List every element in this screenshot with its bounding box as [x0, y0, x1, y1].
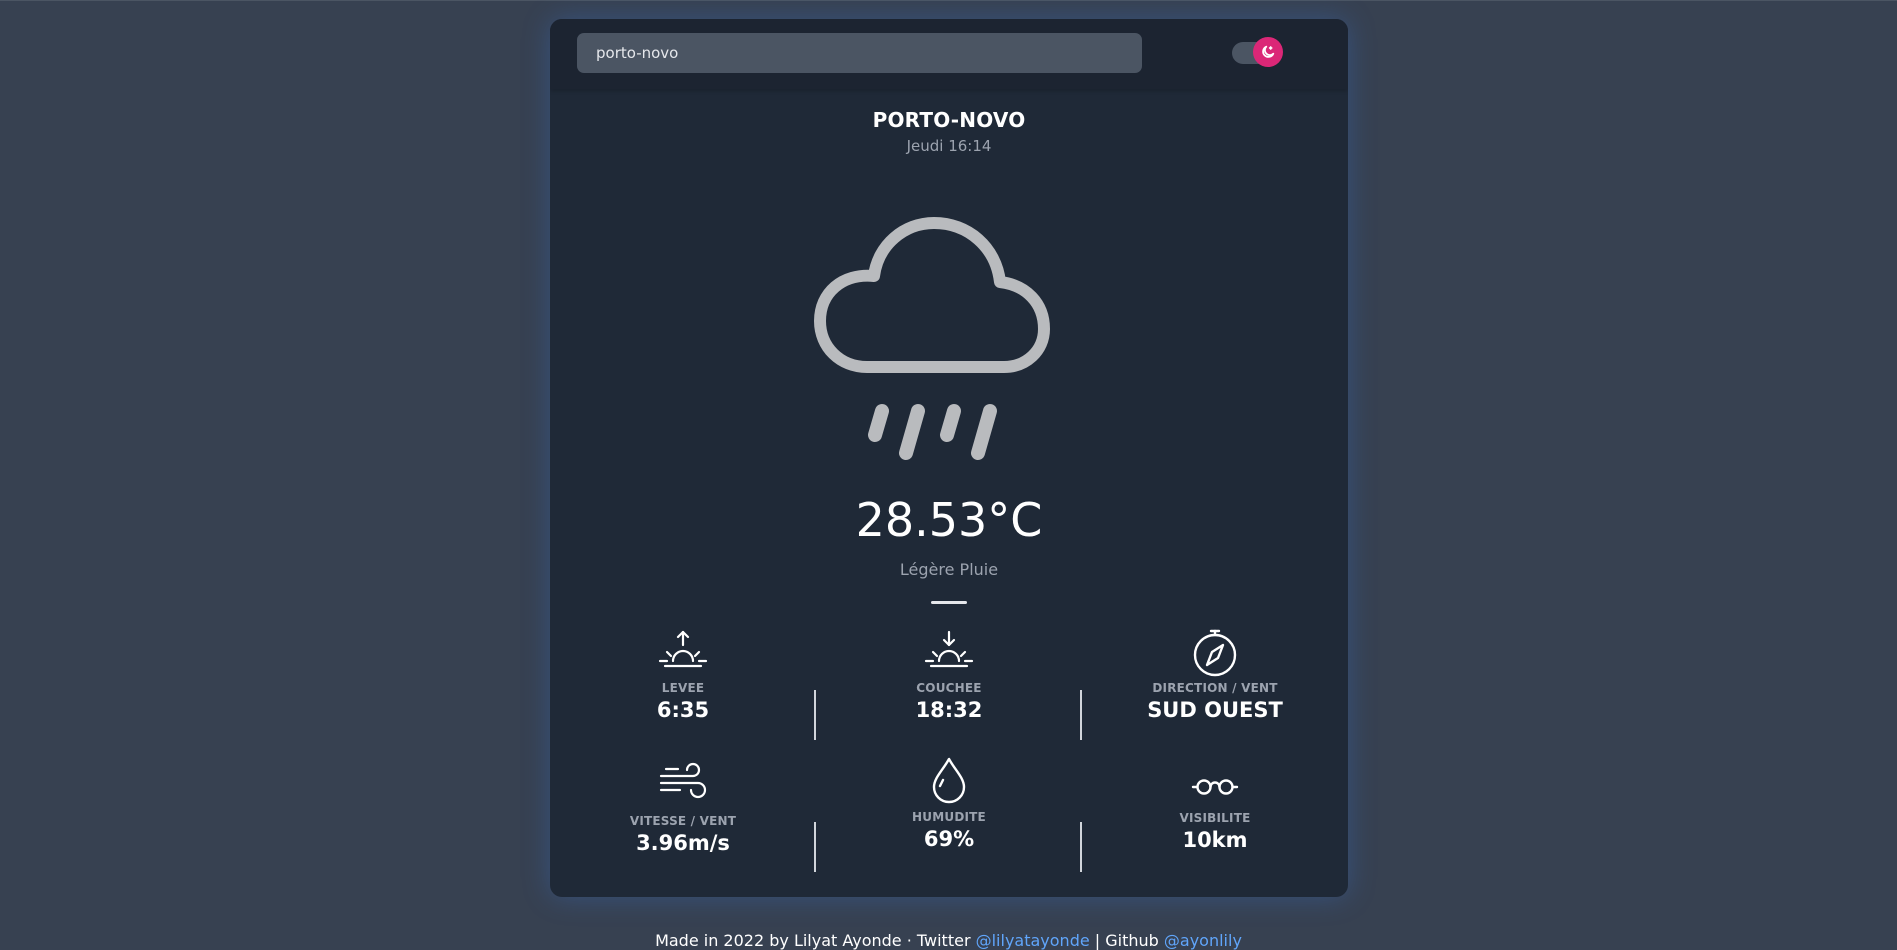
droplet-icon — [932, 757, 966, 804]
stat-label: VISIBILITE — [1179, 811, 1251, 825]
stat-value: 69% — [923, 827, 975, 851]
stat-wind-direction: DIRECTION / VENT SUD OUEST — [1082, 629, 1348, 722]
footer-text: Made in 2022 by Lilyat Ayonde · Twitter — [655, 931, 976, 950]
stat-value: SUD OUEST — [1147, 698, 1283, 722]
moon-icon — [1262, 45, 1275, 58]
stat-humidity: HUMUDITE 69% — [816, 756, 1082, 851]
stat-label: HUMUDITE — [912, 810, 986, 824]
theme-toggle[interactable] — [1232, 37, 1283, 67]
stat-value: 3.96m/s — [636, 831, 730, 855]
stat-wind-speed: VITESSE / VENT 3.96m/s — [550, 762, 816, 855]
weather-card: PORTO-NOVO Jeudi 16:14 28.53°C Légère Pl… — [550, 19, 1348, 897]
stat-label: VITESSE / VENT — [629, 814, 737, 828]
city-search-input[interactable] — [577, 33, 1142, 73]
twitter-link[interactable]: @lilyatayonde — [976, 931, 1090, 950]
stat-visibility: VISIBILITE 10km — [1082, 775, 1348, 852]
stat-value: 6:35 — [656, 698, 710, 722]
footer: Made in 2022 by Lilyat Ayonde · Twitter … — [0, 931, 1897, 950]
theme-toggle-knob[interactable] — [1253, 37, 1283, 67]
compass-icon — [1193, 629, 1237, 677]
card-header — [550, 19, 1348, 89]
stat-label: DIRECTION / VENT — [1152, 681, 1278, 695]
stat-label: COUCHEE — [916, 681, 982, 695]
footer-github-prefix: | Github — [1089, 931, 1164, 950]
stat-value: 18:32 — [915, 698, 983, 722]
temperature: 28.53°C — [855, 493, 1043, 547]
date-time: Jeudi 16:14 — [906, 137, 992, 155]
weather-description: Légère Pluie — [899, 560, 999, 579]
cloud-rain-icon — [814, 217, 1050, 460]
glasses-icon — [1191, 779, 1239, 795]
stat-sunset: COUCHEE 18:32 — [816, 629, 1082, 722]
stat-label: LEVEE — [661, 681, 705, 695]
sunrise-icon — [658, 630, 708, 668]
stat-value: 10km — [1182, 828, 1248, 852]
sunset-icon — [924, 630, 974, 668]
top-border — [0, 0, 1897, 1]
city-name: PORTO-NOVO — [872, 108, 1026, 132]
github-link[interactable]: @ayonlily — [1164, 931, 1242, 950]
divider-dash — [931, 601, 967, 604]
wind-icon — [659, 762, 707, 799]
stat-sunrise: LEVEE 6:35 — [550, 629, 816, 722]
